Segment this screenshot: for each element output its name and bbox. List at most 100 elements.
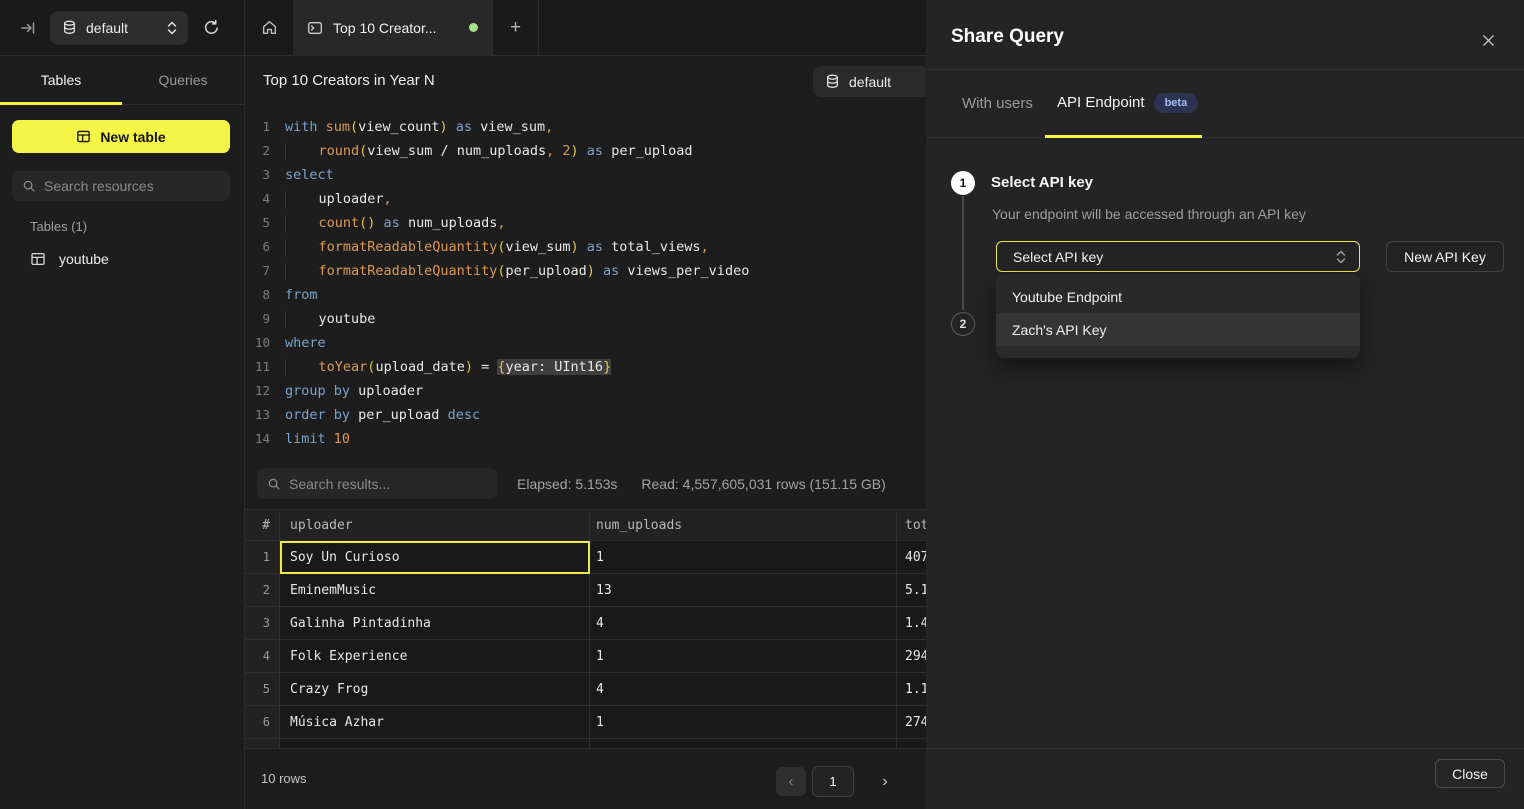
api-key-option[interactable]: Zach's API Key (996, 313, 1360, 346)
chevron-updown-icon (166, 21, 178, 35)
code-line: 10where (245, 331, 926, 355)
share-panel-header: Share Query (926, 0, 1524, 70)
cell-uploader[interactable]: Folk Experience (280, 640, 590, 673)
beta-badge: beta (1154, 93, 1199, 113)
query-tab[interactable]: Top 10 Creator... (293, 0, 493, 56)
search-resources-input[interactable] (44, 178, 220, 194)
new-tab-button[interactable]: + (493, 0, 539, 56)
tab-label: With users (962, 95, 1033, 112)
row-number: 1 (245, 541, 280, 574)
rows-read-stat: Read: 4,557,605,031 rows (151.15 GB) (641, 476, 885, 492)
line-number: 7 (245, 259, 270, 283)
code-line: 8from (245, 283, 926, 307)
line-number: 1 (245, 115, 270, 139)
home-button[interactable] (253, 12, 285, 44)
line-number: 12 (245, 379, 270, 403)
cell-num-uploads[interactable]: 13 (590, 574, 897, 607)
code-line: 4 uploader, (245, 187, 926, 211)
row-number: 5 (245, 673, 280, 706)
api-key-option[interactable]: Youtube Endpoint (996, 280, 1360, 313)
code-line: 7 formatReadableQuantity(per_upload) as … (245, 259, 926, 283)
cell-num-uploads[interactable]: 1 (590, 541, 897, 574)
sidebar-search (12, 171, 230, 201)
code-line: 12group by uploader (245, 379, 926, 403)
new-table-button[interactable]: New table (12, 120, 230, 153)
share-query-panel: Share Query With users API Endpoint beta… (926, 0, 1524, 809)
search-icon (22, 179, 36, 193)
step-2-indicator: 2 (951, 312, 975, 336)
code-line: 6 formatReadableQuantity(view_sum) as to… (245, 235, 926, 259)
code-line: 14limit 10 (245, 427, 926, 451)
tab-queries[interactable]: Queries (122, 56, 244, 104)
code-line: 5 count() as num_uploads, (245, 211, 926, 235)
sidebar: Tables Queries New table Tables (1) yout… (0, 56, 245, 809)
new-table-label: New table (100, 129, 165, 145)
cell-num-uploads[interactable]: 4 (590, 607, 897, 640)
line-number: 8 (245, 283, 270, 307)
tab-tables[interactable]: Tables (0, 56, 122, 104)
table-icon (76, 129, 91, 144)
close-panel-button[interactable] (1475, 27, 1501, 53)
tables-section-label: Tables (1) (30, 219, 87, 234)
api-key-select-value: Select API key (1013, 249, 1335, 265)
share-panel-title: Share Query (951, 26, 1064, 48)
step-1-description: Your endpoint will be accessed through a… (992, 206, 1306, 222)
results-toolbar: Elapsed: 5.153s Read: 4,557,605,031 rows… (245, 467, 926, 500)
new-api-key-button[interactable]: New API Key (1386, 241, 1504, 272)
share-panel-tabs: With users API Endpoint beta (926, 70, 1524, 138)
cell-num-uploads[interactable]: 1 (590, 706, 897, 739)
code-line: 13order by per_upload desc (245, 403, 926, 427)
cell-uploader[interactable]: EminemMusic (280, 574, 590, 607)
cell-uploader[interactable]: Soy Un Curioso (280, 541, 590, 574)
pagination-page-button[interactable]: 1 (812, 766, 854, 797)
terminal-icon (307, 20, 323, 36)
line-number: 6 (245, 235, 270, 259)
api-key-select[interactable]: Select API key (996, 241, 1360, 272)
cell-uploader[interactable]: Música Azhar (280, 706, 590, 739)
sidebar-tabs: Tables Queries (0, 56, 244, 105)
tab-label: API Endpoint (1057, 94, 1145, 111)
topbar-left: default (0, 0, 245, 55)
tab-with-users[interactable]: With users (962, 70, 1033, 137)
database-icon (825, 74, 840, 89)
line-number: 4 (245, 187, 270, 211)
editor-database-selector[interactable]: default (813, 66, 940, 97)
search-results-input[interactable] (289, 476, 487, 492)
unsaved-changes-dot (469, 23, 478, 32)
column-header[interactable]: num_uploads (590, 510, 897, 540)
code-line: 11 toYear(upload_date) = {year: UInt16} (245, 355, 926, 379)
database-name: default (86, 20, 157, 36)
pagination-next-button[interactable]: › (874, 767, 896, 796)
line-number: 5 (245, 211, 270, 235)
row-number: 3 (245, 607, 280, 640)
cell-uploader[interactable]: Galinha Pintadinha (280, 607, 590, 640)
chevron-updown-icon (1335, 250, 1347, 264)
sql-editor[interactable]: 1with sum(view_count) as view_sum,2 roun… (245, 105, 926, 451)
cell-num-uploads[interactable]: 4 (590, 673, 897, 706)
home-icon (261, 19, 278, 36)
pagination-prev-button[interactable]: ‹ (776, 767, 806, 796)
step-1-indicator: 1 (951, 171, 975, 195)
cell-num-uploads[interactable]: 1 (590, 640, 897, 673)
step-connector-line (962, 196, 964, 310)
query-title[interactable]: Top 10 Creators in Year N (263, 72, 435, 89)
query-tab-title: Top 10 Creator... (333, 20, 437, 36)
close-button[interactable]: Close (1435, 759, 1505, 788)
search-icon (267, 477, 281, 491)
sidebar-item-youtube[interactable]: youtube (18, 244, 230, 274)
sql-code: 1with sum(view_count) as view_sum,2 roun… (245, 115, 926, 451)
code-line: 2 round(view_sum / num_uploads, 2) as pe… (245, 139, 926, 163)
database-name: default (849, 74, 891, 90)
refresh-button[interactable] (198, 15, 224, 41)
table-icon (30, 251, 46, 267)
column-header[interactable]: # (245, 510, 280, 540)
collapse-sidebar-button[interactable] (16, 16, 40, 40)
cell-uploader[interactable]: Crazy Frog (280, 673, 590, 706)
refresh-icon (203, 19, 220, 36)
tab-api-endpoint[interactable]: API Endpoint beta (1045, 70, 1202, 138)
database-selector[interactable]: default (50, 11, 188, 45)
row-number: 4 (245, 640, 280, 673)
column-header[interactable]: uploader (280, 510, 590, 540)
api-key-dropdown-menu: Youtube EndpointZach's API Key (996, 274, 1360, 358)
line-number: 3 (245, 163, 270, 187)
